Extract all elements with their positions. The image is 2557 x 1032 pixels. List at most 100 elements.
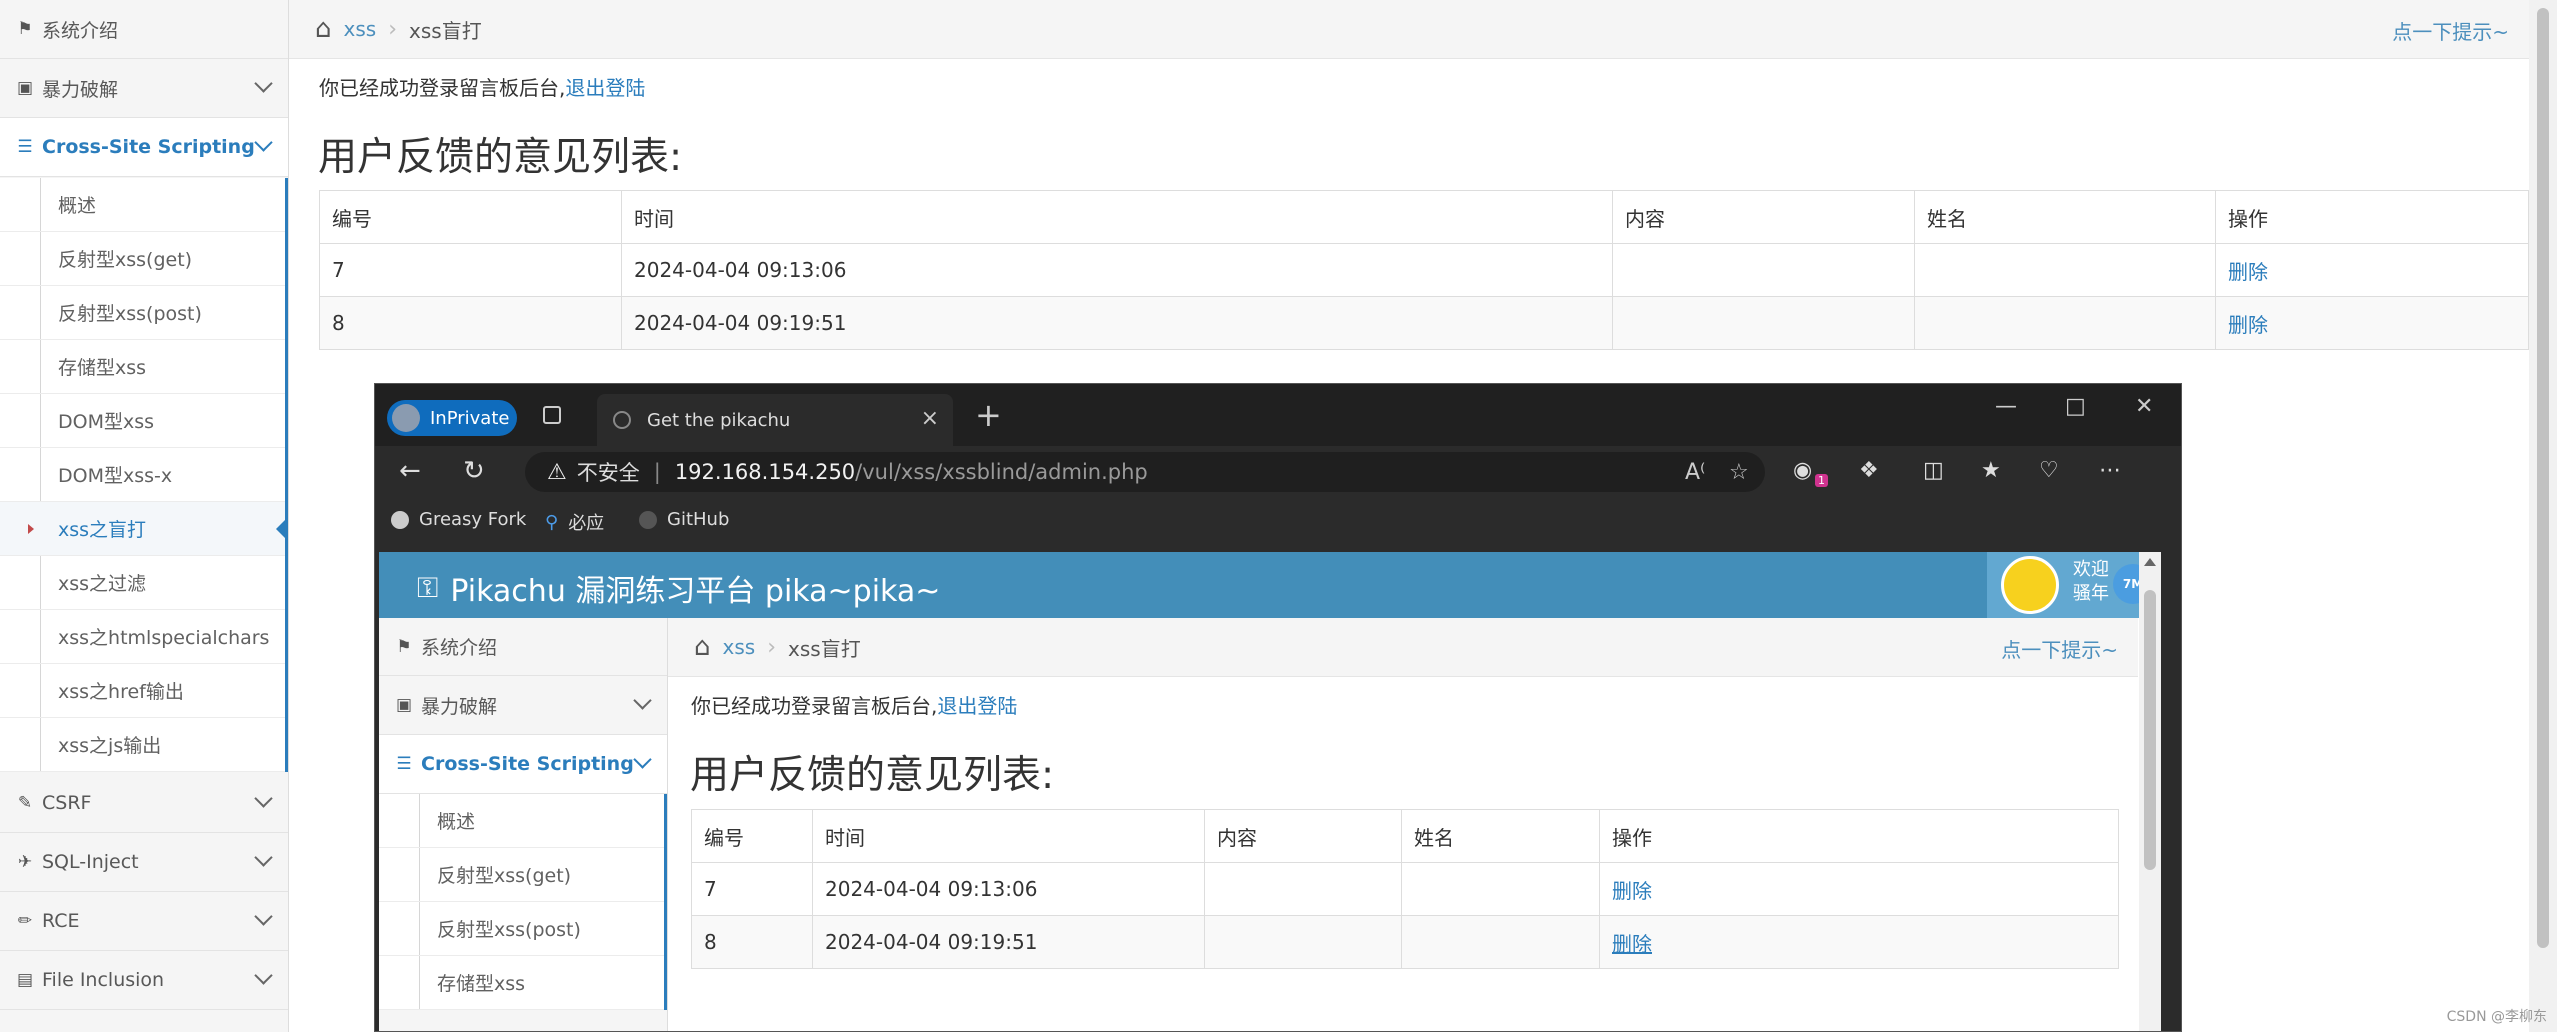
split-screen-icon[interactable]: ◫ [1923, 458, 1944, 483]
hint-link[interactable]: 点一下提示~ [2392, 16, 2509, 45]
submenu-label: xss之盲打 [58, 519, 147, 541]
page-scrollbar[interactable] [2529, 0, 2557, 1032]
sidebar-item-xss[interactable]: ☰ Cross-Site Scripting [0, 118, 288, 177]
favorite-star-icon[interactable]: ☆ [1729, 460, 1749, 485]
submenu-item-active[interactable]: xss之盲打 [0, 502, 288, 556]
tab-active[interactable]: Get the pikachu × [597, 394, 953, 446]
tree-line [419, 902, 420, 955]
submenu-item[interactable]: xss之js输出 [0, 718, 285, 772]
insecure-label[interactable]: 不安全 [577, 457, 640, 487]
close-window-icon[interactable]: ✕ [2135, 394, 2153, 419]
minimize-icon[interactable]: — [1995, 394, 2017, 419]
tree-line [419, 956, 420, 1009]
delete-link[interactable]: 删除 [2228, 313, 2268, 337]
home-icon[interactable]: ⌂ [694, 632, 711, 662]
column-header: 时间 [812, 809, 1205, 863]
favorite-greasyfork[interactable]: Greasy Fork [391, 509, 526, 530]
delete-link[interactable]: 删除 [1612, 932, 1652, 956]
scrollbar-thumb[interactable] [2537, 8, 2549, 948]
cell-name [1401, 915, 1600, 969]
refresh-icon[interactable]: ↻ [463, 456, 485, 486]
tab-bar: InPrivate Get the pikachu × + — □ ✕ [375, 384, 2181, 446]
submenu-item[interactable]: DOM型xss [0, 394, 285, 448]
sidebar-item-label: 暴力破解 [42, 78, 119, 101]
inprivate-label: InPrivate [430, 407, 510, 429]
breadcrumb: ⌂ xss › xss盲打 点一下提示~ [289, 0, 2529, 59]
submenu-item[interactable]: xss之href输出 [0, 664, 285, 718]
address-bar[interactable]: ⚠ 不安全 | 192.168.154.250/vul/xss/xssblind… [525, 452, 1765, 492]
scrollbar-thumb[interactable] [2144, 590, 2156, 870]
submenu-label: xss之过滤 [58, 573, 147, 595]
inner-scrollbar[interactable] [2139, 552, 2161, 1031]
cell-time: 2024-04-04 09:19:51 [621, 296, 1613, 350]
column-header: 内容 [1612, 190, 1915, 244]
sidebar-item-fileinclusion[interactable]: ▤ File Inclusion [0, 951, 288, 1010]
login-message: 你已经成功登录留言板后台,退出登陆 [319, 72, 645, 101]
share-icon: ✎ [17, 793, 33, 813]
extension-icon[interactable]: ◉ [1793, 458, 1812, 483]
sidebar-item-csrf[interactable]: ✎ CSRF [0, 774, 288, 833]
maximize-icon[interactable]: □ [2065, 394, 2086, 419]
tree-line [40, 610, 41, 663]
submenu-item[interactable]: 反射型xss(get) [379, 848, 664, 902]
pikachu-brand[interactable]: ⚿ Pikachu 漏洞练习平台 pika~pika~ [417, 566, 940, 610]
table-header-row: 编号 时间 内容 姓名 操作 [691, 809, 2119, 863]
sidebar-item-xss[interactable]: ☰ Cross-Site Scripting [379, 735, 667, 794]
cell-id: 8 [691, 915, 813, 969]
favorite-bing[interactable]: ⚲ 必应 [545, 509, 604, 535]
submenu-item[interactable]: 反射型xss(post) [379, 902, 664, 956]
breadcrumb-current: xss盲打 [409, 18, 482, 43]
submenu-item[interactable]: 存储型xss [0, 340, 285, 394]
column-header: 编号 [691, 809, 813, 863]
tree-line [40, 232, 41, 285]
submenu-item[interactable]: DOM型xss-x [0, 448, 285, 502]
favorite-label: 必应 [568, 513, 605, 534]
health-icon[interactable]: ♡ [2039, 458, 2059, 483]
sidebar-item-intro[interactable]: ⚑ 系统介绍 [0, 0, 288, 59]
delete-link[interactable]: 删除 [1612, 879, 1652, 903]
close-tab-icon[interactable]: × [921, 406, 939, 431]
sidebar-item-intro[interactable]: ⚑ 系统介绍 [379, 618, 667, 676]
favorite-github[interactable]: GitHub [639, 509, 729, 530]
new-tab-icon[interactable]: + [975, 396, 1002, 434]
logout-link[interactable]: 退出登陆 [565, 76, 645, 100]
lock-icon: ▣ [395, 695, 413, 715]
sidebar-item-rce[interactable]: ✏ RCE [0, 892, 288, 951]
hint-link[interactable]: 点一下提示~ [2001, 634, 2118, 663]
user-menu[interactable]: 欢迎 骚年 7M [1987, 552, 2161, 618]
logout-link[interactable]: 退出登陆 [937, 694, 1017, 718]
back-icon[interactable]: ← [399, 456, 421, 486]
favorites-icon[interactable]: ★ [1981, 458, 2001, 483]
column-header: 编号 [319, 190, 622, 244]
login-text: 你已经成功登录留言板后台, [691, 694, 938, 718]
extensions-puzzle-icon[interactable]: ❖ [1859, 458, 1879, 483]
tab-actions-icon[interactable] [543, 406, 561, 424]
home-icon[interactable]: ⌂ [315, 14, 332, 44]
breadcrumb-link-xss[interactable]: xss [344, 17, 377, 41]
more-menu-icon[interactable]: ⋯ [2099, 458, 2121, 483]
submenu-item[interactable]: xss之htmlspecialchars [0, 610, 285, 664]
feedback-table: 编号 时间 内容 姓名 操作 7 2024-04-04 09:13:06 删除 … [319, 190, 2529, 350]
submenu-label: 存储型xss [58, 357, 147, 379]
read-aloud-icon[interactable]: A⁽ [1685, 460, 1705, 485]
submenu-item[interactable]: 概述 [379, 794, 664, 848]
welcome-text: 欢迎 [2073, 559, 2109, 580]
submenu-item[interactable]: 存储型xss [379, 956, 664, 1010]
login-message: 你已经成功登录留言板后台,退出登陆 [691, 690, 1017, 719]
favorite-label: GitHub [667, 509, 730, 530]
scroll-up-icon[interactable] [2144, 558, 2156, 566]
column-header: 内容 [1204, 809, 1402, 863]
inprivate-button[interactable]: InPrivate [387, 400, 517, 436]
chevron-down-icon [254, 789, 273, 808]
sidebar-item-sqli[interactable]: ✈ SQL-Inject [0, 833, 288, 892]
delete-link[interactable]: 删除 [2228, 260, 2268, 284]
breadcrumb-link-xss[interactable]: xss [723, 635, 756, 659]
sidebar-item-bruteforce[interactable]: ▣ 暴力破解 [379, 676, 667, 735]
submenu-item[interactable]: 概述 [0, 178, 285, 232]
sidebar-item-label: CSRF [42, 792, 92, 814]
submenu-label: DOM型xss [58, 411, 155, 433]
submenu-item[interactable]: 反射型xss(get) [0, 232, 285, 286]
submenu-item[interactable]: 反射型xss(post) [0, 286, 285, 340]
sidebar-item-bruteforce[interactable]: ▣ 暴力破解 [0, 59, 288, 118]
submenu-item[interactable]: xss之过滤 [0, 556, 285, 610]
